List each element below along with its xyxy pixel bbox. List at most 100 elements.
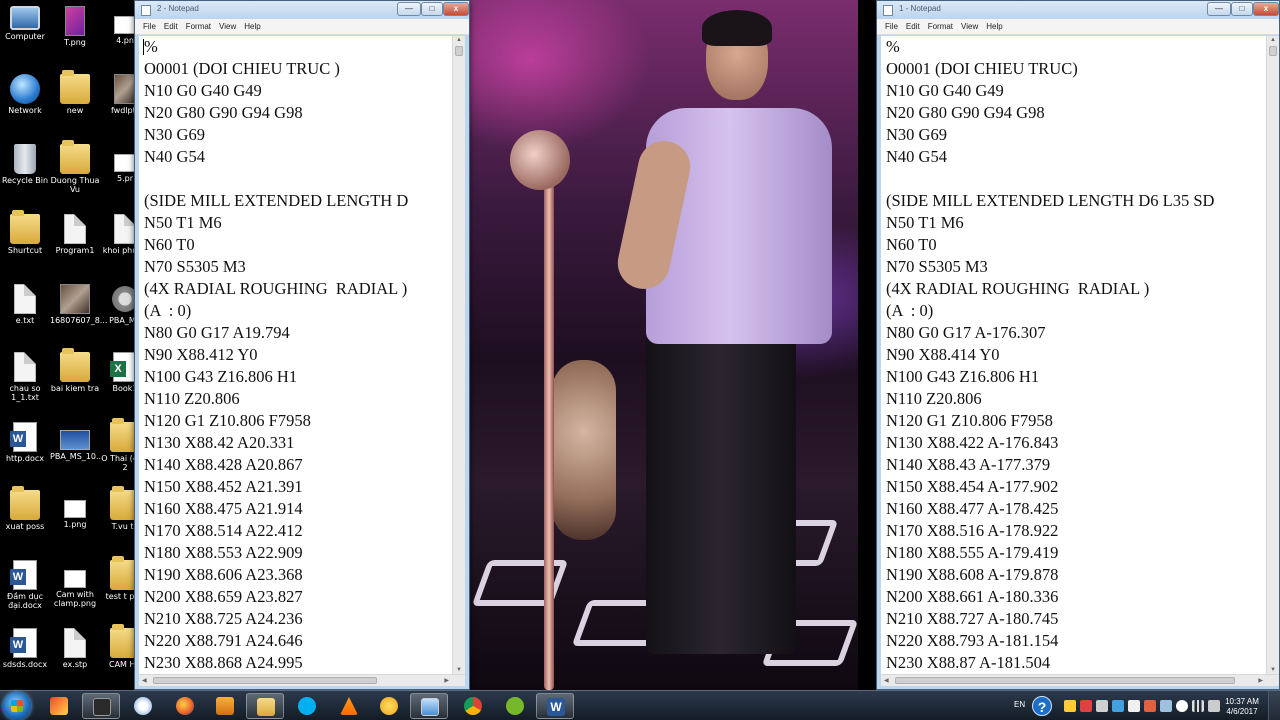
desktop-icon-xuat-poss[interactable]: xuat poss	[0, 486, 50, 531]
desktop-icon-chau-so[interactable]: chau so 1_1.txt	[0, 352, 50, 402]
icon-label: sdsds.docx	[2, 660, 48, 669]
desktop-icon-http-docx[interactable]: http.docx	[0, 422, 50, 463]
menu-format[interactable]: Format	[924, 19, 957, 34]
taskbar-app-clock[interactable]	[124, 693, 162, 719]
desktop-icon-1-png[interactable]: 1.png	[50, 490, 100, 529]
scrollbar-thumb[interactable]	[455, 46, 463, 56]
desktop-icon-16807607[interactable]: 16807607_8...	[50, 284, 107, 325]
vertical-scrollbar[interactable]: ▲ ▼	[1266, 36, 1279, 674]
close-button[interactable]: x	[443, 2, 469, 16]
taskbar-app-notepad[interactable]	[410, 693, 448, 719]
scrollbar-thumb[interactable]	[153, 677, 377, 684]
title-bar[interactable]: 2 - Notepad — □ x	[135, 1, 469, 19]
taskbar-app-skype[interactable]	[288, 693, 326, 719]
tray-icon[interactable]	[1064, 700, 1076, 712]
text-editor[interactable]: % O0001 (DOI CHIEU TRUC) N10 G0 G40 G49 …	[881, 36, 1279, 686]
horizontal-scrollbar[interactable]: ◀ ▶	[139, 674, 465, 686]
menu-file[interactable]: File	[139, 19, 160, 34]
desktop-icon-computer[interactable]: Computer	[0, 6, 50, 41]
scroll-up-icon[interactable]: ▲	[456, 37, 462, 43]
signal-icon[interactable]	[1192, 700, 1204, 712]
taskbar-app-chrome[interactable]	[454, 693, 492, 719]
icon-label: T.png	[64, 38, 86, 47]
vertical-scrollbar[interactable]: ▲ ▼	[452, 36, 465, 674]
menu-file[interactable]: File	[881, 19, 902, 34]
desktop-icon-duong-thua-vu[interactable]: Duong Thua Vu	[50, 140, 100, 194]
scroll-right-icon[interactable]: ▶	[1258, 677, 1263, 684]
show-desktop-button[interactable]	[1268, 691, 1280, 720]
close-button[interactable]: x	[1253, 2, 1279, 16]
menu-view[interactable]: View	[957, 19, 982, 34]
icon-label: Shurtcut	[7, 246, 43, 255]
language-indicator[interactable]: EN	[1014, 700, 1025, 709]
help-icon[interactable]: ?	[1032, 696, 1052, 716]
desktop-icon-ex-stp[interactable]: ex.stp	[50, 628, 100, 669]
scrollbar-thumb[interactable]	[895, 677, 1235, 684]
tray-icon[interactable]	[1112, 700, 1124, 712]
menu-edit[interactable]: Edit	[160, 19, 182, 34]
volume-icon[interactable]	[1208, 700, 1220, 712]
person-hair	[702, 10, 772, 46]
tray-icon[interactable]	[1080, 700, 1092, 712]
notepad-window-2[interactable]: 2 - Notepad — □ x File Edit Format View …	[134, 0, 470, 690]
editor-content[interactable]: % O0001 (DOI CHIEU TRUC ) N10 G0 G40 G49…	[144, 36, 408, 674]
system-clock[interactable]: 10:37 AM 4/6/2017	[1222, 697, 1262, 717]
minimize-button[interactable]: —	[397, 2, 421, 16]
tray-icon[interactable]	[1160, 700, 1172, 712]
scroll-left-icon[interactable]: ◀	[142, 677, 147, 684]
desktop-icon-pba-ms-10[interactable]: PBA_MS_10...	[50, 422, 104, 461]
title-bar[interactable]: 1 - Notepad — □ x	[877, 1, 1279, 19]
menu-help[interactable]: Help	[240, 19, 264, 34]
tray-icon[interactable]	[1176, 700, 1188, 712]
icon-label: e.txt	[15, 316, 35, 325]
tray-icon[interactable]	[1144, 700, 1156, 712]
text-editor[interactable]: % O0001 (DOI CHIEU TRUC ) N10 G0 G40 G49…	[139, 36, 465, 686]
scroll-right-icon[interactable]: ▶	[444, 677, 449, 684]
media-app-icon	[50, 697, 68, 715]
window-title: 1 - Notepad	[899, 4, 941, 13]
scroll-up-icon[interactable]: ▲	[1270, 37, 1276, 43]
taskbar-app-firefox[interactable]	[166, 693, 204, 719]
taskbar-app-explorer[interactable]	[246, 693, 284, 719]
desktop-icon-shurtcut[interactable]: Shurtcut	[0, 210, 50, 255]
icon-label: Computer	[5, 32, 45, 41]
editor-content[interactable]: % O0001 (DOI CHIEU TRUC) N10 G0 G40 G49 …	[886, 36, 1214, 674]
notepad-window-1[interactable]: 1 - Notepad — □ x File Edit Format View …	[876, 0, 1280, 690]
taskbar-app-player[interactable]	[206, 693, 244, 719]
desktop-icon-cam-with-clamp[interactable]: Cam with clamp.png	[50, 560, 100, 608]
tray-icon[interactable]	[1128, 700, 1140, 712]
maximize-button[interactable]: □	[1231, 2, 1253, 16]
desktop-icon-sdsds-docx[interactable]: sdsds.docx	[0, 628, 50, 669]
menu-help[interactable]: Help	[982, 19, 1006, 34]
menu-edit[interactable]: Edit	[902, 19, 924, 34]
scroll-left-icon[interactable]: ◀	[884, 677, 889, 684]
tray-icon[interactable]	[1096, 700, 1108, 712]
microphone-stand	[544, 150, 554, 690]
desktop-icon-new[interactable]: new	[50, 70, 100, 115]
desktop-icon-dam-duc[interactable]: Đầm dục đại.docx	[0, 560, 50, 610]
maximize-button[interactable]: □	[421, 2, 443, 16]
scroll-down-icon[interactable]: ▼	[1270, 667, 1276, 673]
player-icon	[216, 697, 234, 715]
taskbar-app-media[interactable]	[40, 693, 78, 719]
taskbar-app-word[interactable]: W	[536, 693, 574, 719]
desktop-icon-recycle-bin[interactable]: Recycle Bin	[0, 144, 50, 185]
desktop-icon-e-txt[interactable]: e.txt	[0, 284, 50, 325]
horizontal-scrollbar[interactable]: ◀ ▶	[881, 674, 1279, 686]
menu-view[interactable]: View	[215, 19, 240, 34]
desktop-icon-bai-kiem-tra[interactable]: bai kiem tra	[50, 348, 100, 393]
taskbar-app-paint[interactable]	[370, 693, 408, 719]
icon-label: xuat poss	[5, 522, 45, 531]
menu-format[interactable]: Format	[182, 19, 215, 34]
taskbar-app-cnc[interactable]	[82, 693, 120, 719]
taskbar-app-utorrent[interactable]	[496, 693, 534, 719]
desktop-icon-network[interactable]: Network	[0, 74, 50, 115]
minimize-button[interactable]: —	[1207, 2, 1231, 16]
utorrent-icon	[506, 697, 524, 715]
scrollbar-thumb[interactable]	[1269, 46, 1277, 56]
scroll-down-icon[interactable]: ▼	[456, 667, 462, 673]
desktop-icon-t-png[interactable]: T.png	[50, 6, 100, 47]
desktop-icon-program1[interactable]: Program1	[50, 214, 100, 255]
start-button[interactable]	[3, 692, 31, 720]
taskbar-app-vlc[interactable]	[330, 693, 368, 719]
